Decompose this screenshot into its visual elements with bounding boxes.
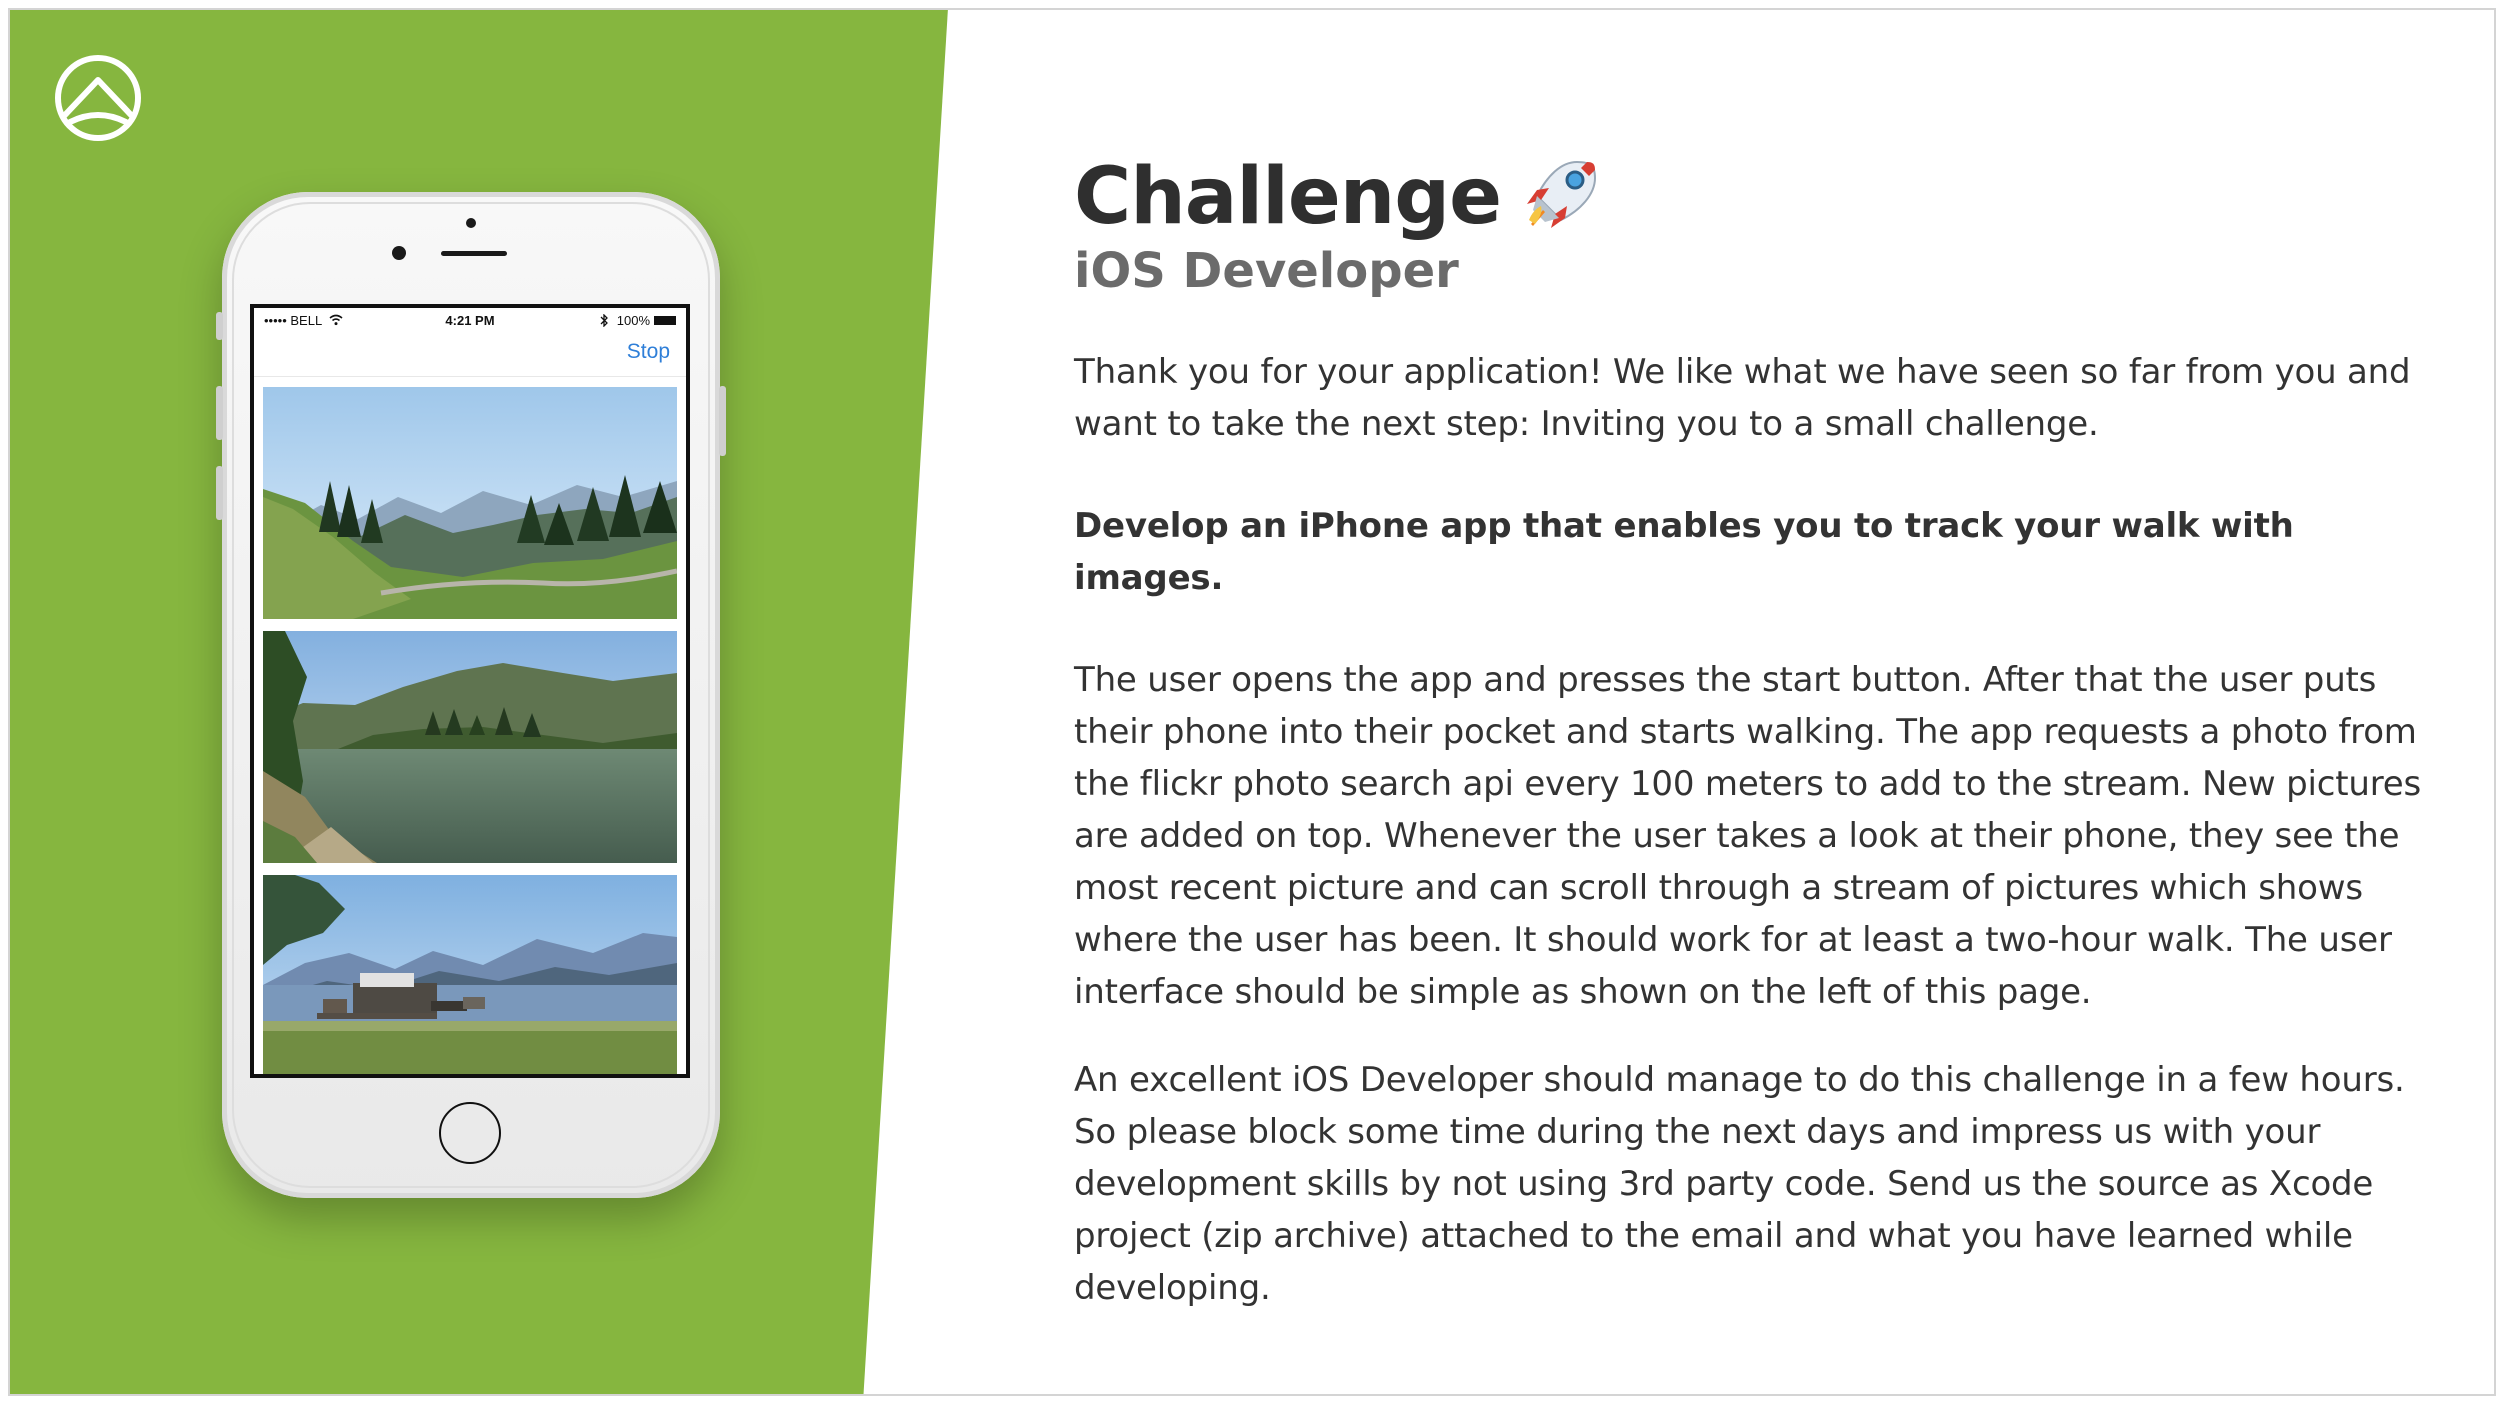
photo-stream[interactable] — [254, 377, 686, 1074]
challenge-summary: Develop an iPhone app that enables you t… — [1074, 505, 2294, 598]
volume-down-button — [216, 466, 223, 520]
navigation-bar: Stop — [254, 334, 686, 377]
mountain-logo-icon — [55, 55, 141, 141]
photo-card[interactable] — [263, 387, 677, 619]
submission-paragraph: An excellent iOS Developer should manage… — [1074, 1059, 2405, 1308]
status-bar: ••••• BELL 4:21 PM 100% — [254, 308, 686, 334]
iphone-mockup: ••••• BELL 4:21 PM 100% Stop — [216, 192, 726, 1198]
home-button[interactable] — [439, 1102, 501, 1164]
phone-screen: ••••• BELL 4:21 PM 100% Stop — [250, 304, 690, 1078]
slide: ••••• BELL 4:21 PM 100% Stop Challenge i… — [0, 0, 2506, 1404]
volume-up-button — [216, 386, 223, 440]
rocket-icon — [1527, 160, 1597, 228]
bluetooth-icon — [600, 313, 609, 328]
front-camera — [392, 246, 406, 260]
mute-switch — [216, 312, 223, 340]
challenge-content: Challenge iOS Developer Thank you for yo… — [1074, 158, 2434, 1314]
lakeside-dock-photo — [263, 875, 677, 1074]
status-right: 100% — [599, 313, 650, 328]
photo-card[interactable] — [263, 631, 677, 863]
battery-percentage: 100% — [616, 313, 650, 328]
stop-button[interactable]: Stop — [627, 340, 670, 364]
earpiece-speaker — [441, 251, 507, 256]
battery-icon — [654, 316, 676, 325]
title-row: Challenge — [1074, 158, 2434, 236]
power-button — [719, 386, 726, 456]
mountain-meadow-photo — [263, 387, 677, 619]
intro-paragraph: Thank you for your application! We like … — [1074, 351, 2411, 444]
requirements-paragraph: The user opens the app and presses the s… — [1074, 659, 2421, 1012]
sensor-dot — [466, 218, 476, 228]
lake-trail-photo — [263, 631, 677, 863]
photo-card[interactable] — [263, 875, 677, 1074]
page-title: Challenge — [1074, 152, 1502, 242]
page-subtitle: iOS Developer — [1074, 243, 1459, 299]
